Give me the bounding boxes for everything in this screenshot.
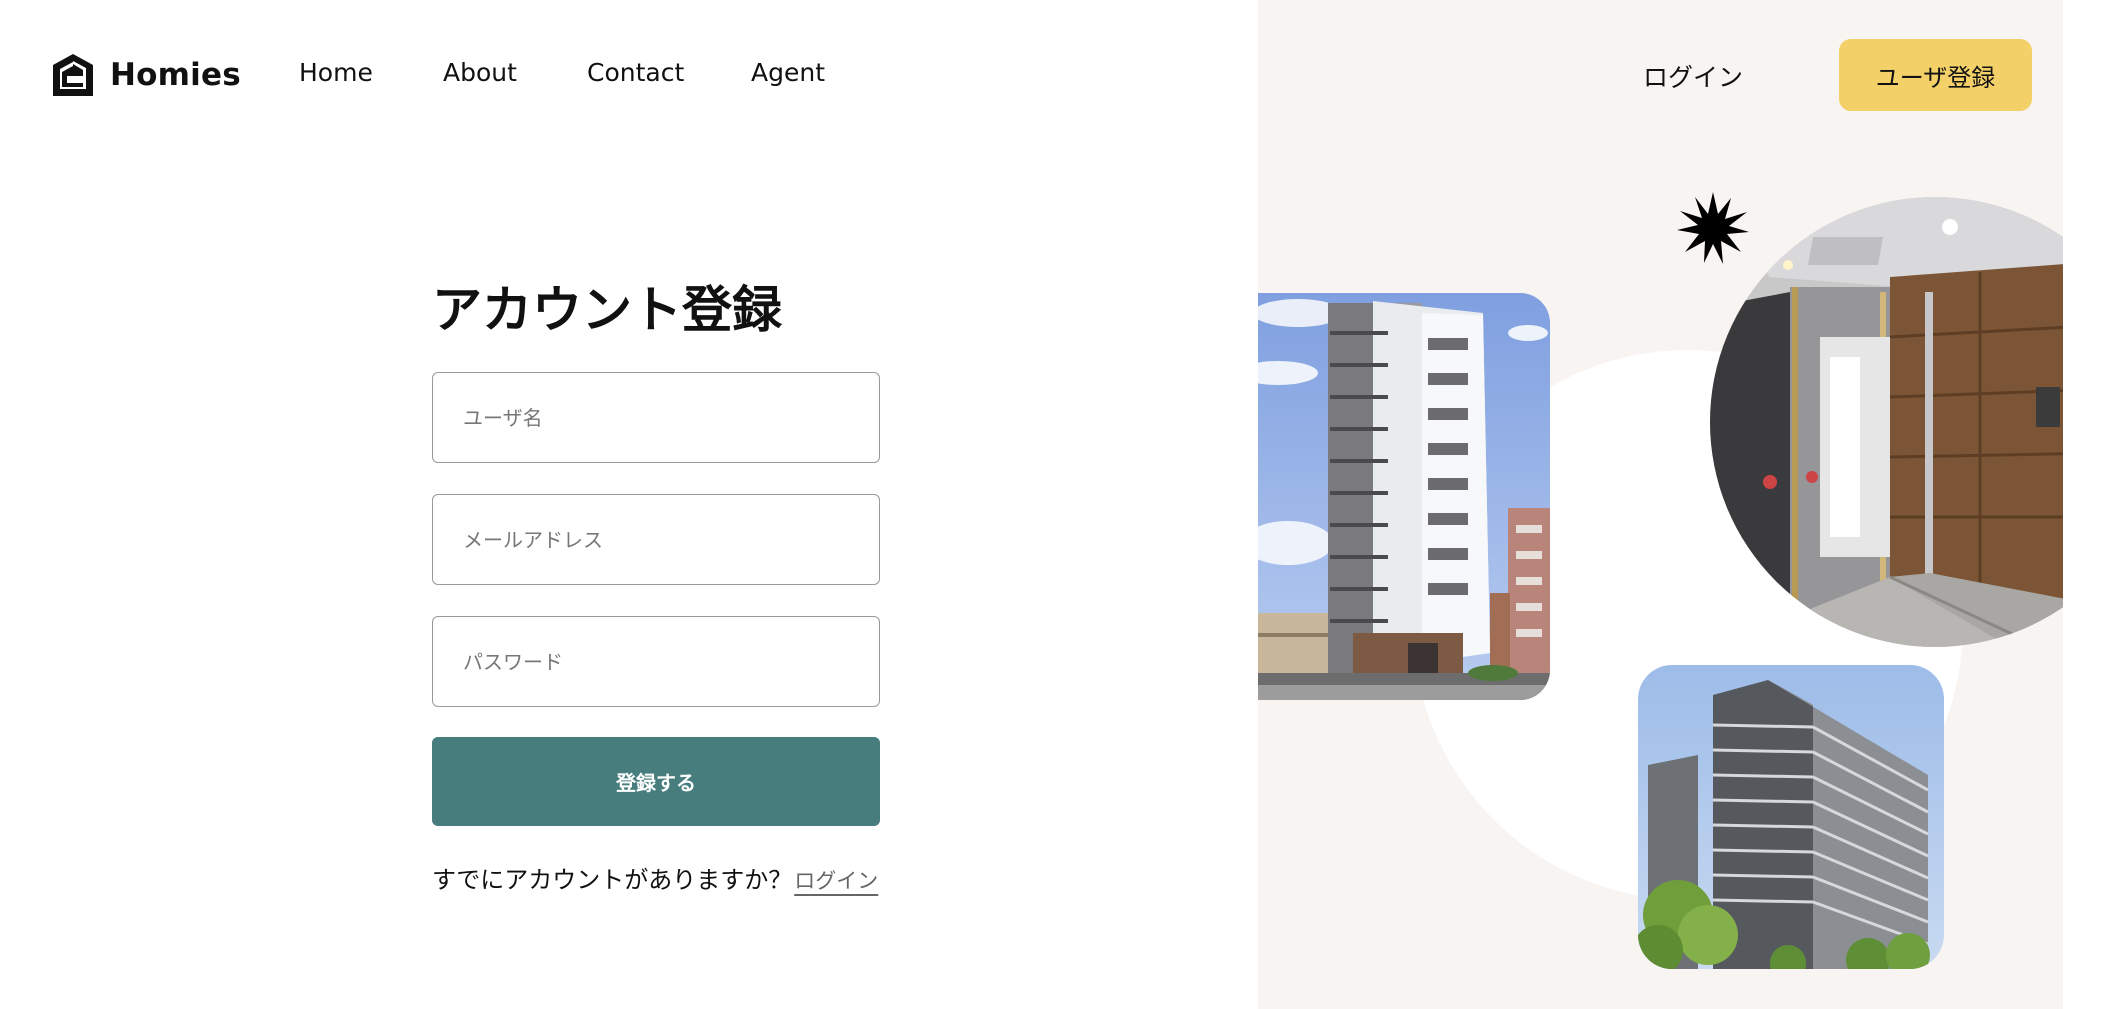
entrance-photo-clip [1710,197,2063,647]
house-logo-icon [53,54,93,96]
residential-complex-photo [1638,665,1944,969]
email-field[interactable] [432,494,880,585]
header-login-link[interactable]: ログイン [1643,58,1743,94]
brand-logo[interactable]: Homies [50,52,241,98]
have-account-text: すでにアカウントがありますか？ [432,866,793,894]
login-link[interactable]: ログイン [794,865,878,895]
password-field[interactable] [432,616,880,707]
nav-link-about[interactable]: About [443,58,517,87]
entrance-hall-photo [1710,197,2063,647]
header-register-button[interactable]: ユーザ登録 [1839,39,2032,111]
login-prompt: すでにアカウントがありますか？ ログイン [432,860,878,895]
page-edge [2063,0,2112,1009]
apartment-building-photo [1258,293,1550,700]
nav-link-agent[interactable]: Agent [751,58,825,87]
register-submit-button[interactable]: 登録する [432,737,880,826]
nav-link-contact[interactable]: Contact [587,58,684,87]
username-field[interactable] [432,372,880,463]
page-title: アカウント登録 [432,281,782,339]
registration-page: Homies Home About Contact Agent ログイン ユーザ… [0,0,2112,1009]
nav-link-home[interactable]: Home [299,58,373,87]
starburst-icon [1677,192,1749,268]
brand-name: Homies [110,57,241,93]
